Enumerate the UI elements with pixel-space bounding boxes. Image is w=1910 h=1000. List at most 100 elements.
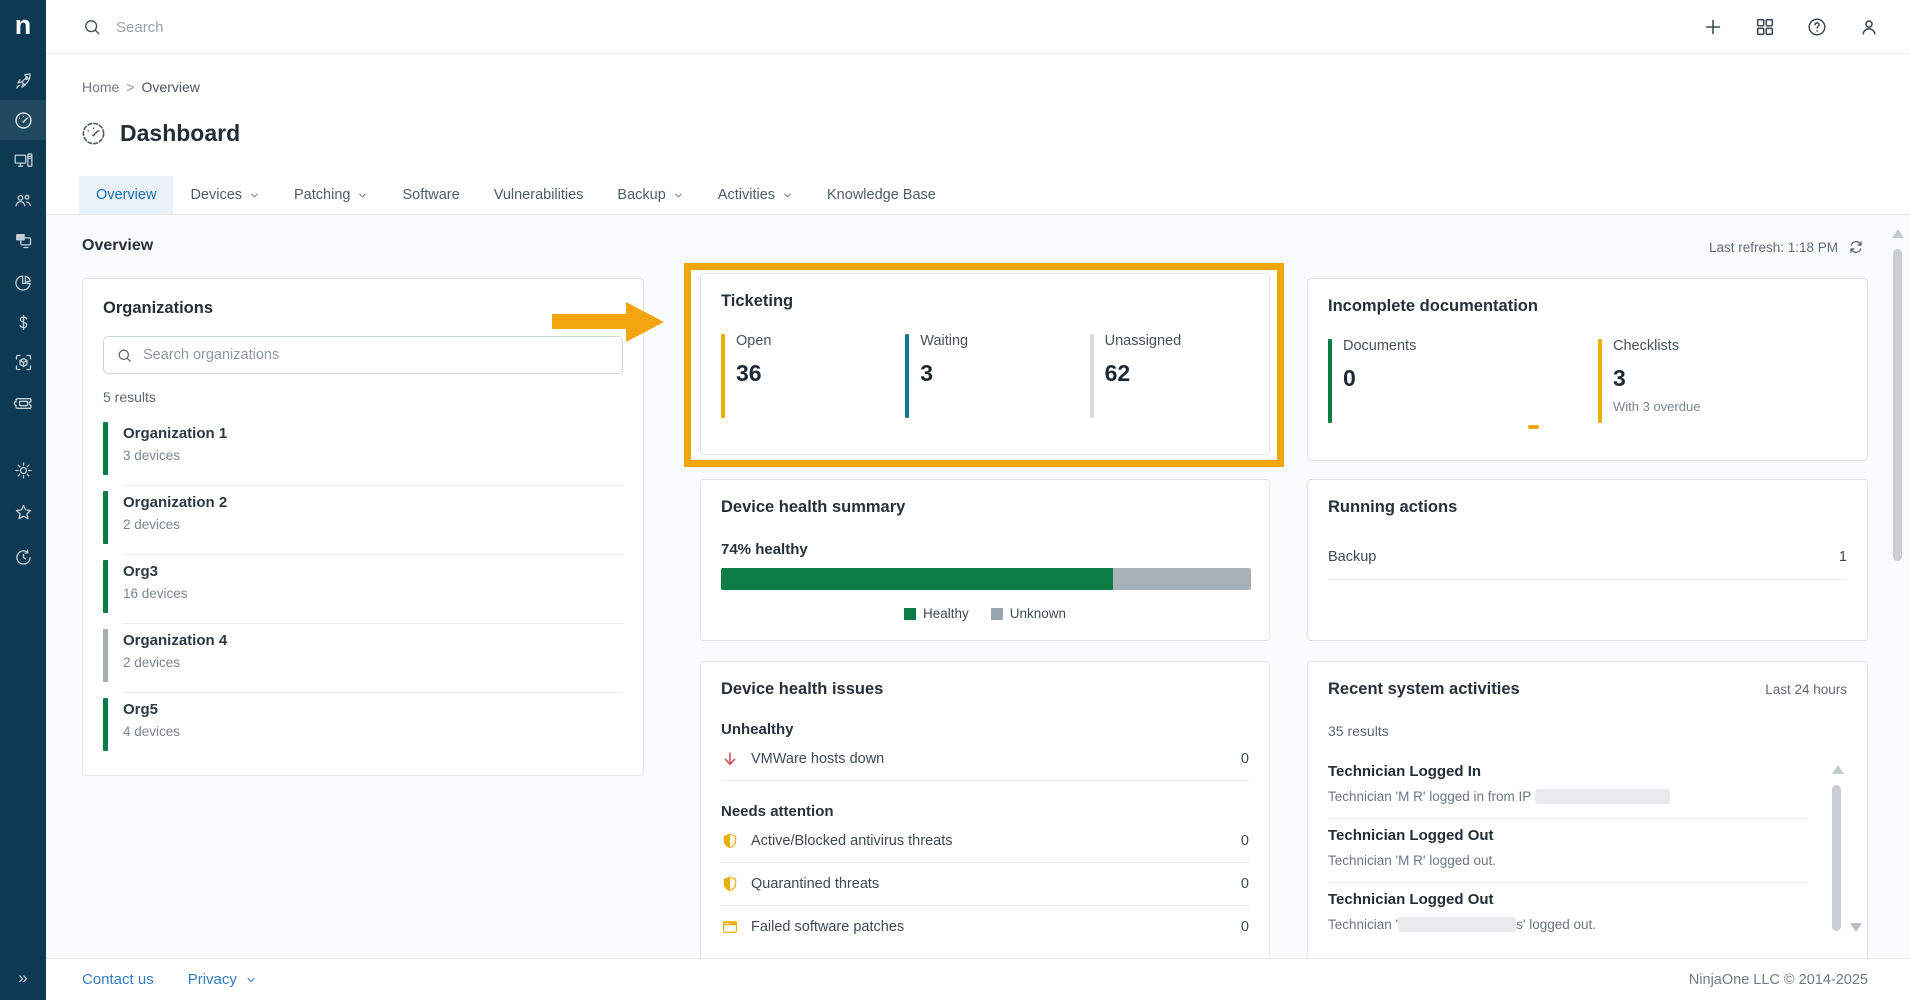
org-status-bar xyxy=(103,560,108,613)
checklists-overdue-note: With 3 overdue xyxy=(1613,399,1818,414)
organizations-card: Organizations 5 results Organization 1 3… xyxy=(82,278,644,776)
organization-list-item[interactable]: Org5 4 devices xyxy=(103,693,623,761)
tab-patching[interactable]: Patching xyxy=(277,176,385,214)
org-status-bar xyxy=(103,629,108,682)
chevron-down-icon xyxy=(249,190,260,201)
rocket-icon xyxy=(13,71,34,92)
divider xyxy=(721,780,1249,781)
create-new-button[interactable] xyxy=(1700,14,1726,40)
tab-overview[interactable]: Overview xyxy=(79,176,173,214)
organization-list-item[interactable]: Organization 4 2 devices xyxy=(103,624,623,692)
device-health-issues-card: Device health issues Unhealthy VMWare ho… xyxy=(700,661,1270,958)
sidebar-item-billing[interactable] xyxy=(0,302,46,342)
sidebar-item-getting-started[interactable] xyxy=(0,61,46,101)
scroll-up-arrow[interactable] xyxy=(1832,765,1844,774)
devices-icon xyxy=(13,150,34,171)
screens-icon xyxy=(13,230,34,251)
organization-list-item[interactable]: Org3 16 devices xyxy=(103,555,623,623)
scrollbar-thumb[interactable] xyxy=(1832,785,1841,931)
breadcrumb-separator: > xyxy=(126,79,134,95)
checklists-stat[interactable]: Checklists 3 With 3 overdue xyxy=(1598,338,1818,414)
ticketing-card: Ticketing Open 36 Waiting 3 Unassigned 6… xyxy=(700,273,1270,455)
issue-row-failed-patches[interactable]: Failed software patches 0 xyxy=(721,906,1249,948)
apps-grid-icon xyxy=(1754,16,1776,38)
org-status-bar xyxy=(103,698,108,751)
legend-swatch xyxy=(991,608,1003,620)
incomplete-documentation-title: Incomplete documentation xyxy=(1328,297,1847,316)
sidebar: n » xyxy=(0,0,46,1000)
ticketing-stat-open[interactable]: Open 36 xyxy=(721,333,905,387)
page-scrollbar[interactable] xyxy=(1892,229,1903,238)
health-progress-bar[interactable] xyxy=(721,568,1251,590)
ninjaone-logo[interactable]: n xyxy=(0,0,46,50)
patch-window-icon xyxy=(721,918,751,936)
global-search-input[interactable] xyxy=(116,19,716,36)
stat-accent-bar xyxy=(1598,339,1602,423)
tab-vulnerabilities[interactable]: Vulnerabilities xyxy=(477,176,601,214)
activity-list-item[interactable]: Technician Logged Out Technician 's' log… xyxy=(1328,883,1808,946)
sidebar-item-end-users[interactable] xyxy=(0,180,46,220)
running-actions-card: Running actions Backup 1 xyxy=(1307,479,1868,641)
sidebar-item-ticketing[interactable] xyxy=(0,383,46,423)
issue-row-quarantined-threats[interactable]: Quarantined threats 0 xyxy=(721,863,1249,905)
sidebar-item-recent-history[interactable] xyxy=(0,537,46,577)
scroll-up-arrow[interactable] xyxy=(1892,229,1904,238)
sidebar-item-remote-screens[interactable] xyxy=(0,220,46,260)
sidebar-item-software-packages[interactable] xyxy=(0,342,46,382)
contact-us-link[interactable]: Contact us xyxy=(82,971,154,988)
tab-activities[interactable]: Activities xyxy=(701,176,810,214)
organization-list-item[interactable]: Organization 2 2 devices xyxy=(103,486,623,554)
ticketing-stat-unassigned[interactable]: Unassigned 62 xyxy=(1090,333,1249,387)
privacy-link[interactable]: Privacy xyxy=(188,971,257,988)
shield-icon xyxy=(721,875,751,893)
star-icon xyxy=(13,502,34,523)
organizations-title: Organizations xyxy=(103,299,623,318)
device-health-issues-title: Device health issues xyxy=(721,680,1249,699)
scroll-down-arrow[interactable] xyxy=(1850,923,1862,932)
user-menu-button[interactable] xyxy=(1856,14,1882,40)
legend-unknown: Unknown xyxy=(991,606,1066,621)
redacted-text xyxy=(1398,917,1516,932)
tab-software[interactable]: Software xyxy=(385,176,476,214)
page-title: Dashboard xyxy=(120,120,240,147)
organizations-search-input[interactable] xyxy=(143,347,610,363)
dashboard-content: Overview Last refresh: 1:18 PM Organizat… xyxy=(46,215,1910,958)
issue-row-vmware-hosts-down[interactable]: VMWare hosts down 0 xyxy=(721,738,1249,780)
breadcrumb-current: Overview xyxy=(142,79,200,95)
ticket-icon xyxy=(13,393,34,414)
annotation-arrow-head xyxy=(626,302,664,342)
activity-list-item[interactable]: Technician Logged Out Technician 'M R' l… xyxy=(1328,819,1808,882)
tab-backup[interactable]: Backup xyxy=(600,176,700,214)
tab-devices[interactable]: Devices xyxy=(173,176,277,214)
footer: Contact us Privacy NinjaOne LLC © 2014-2… xyxy=(46,958,1910,1000)
history-icon xyxy=(13,547,34,568)
activity-list-item[interactable]: Technician Logged In Technician 'M R' lo… xyxy=(1328,755,1808,818)
stat-accent-bar xyxy=(1090,334,1094,418)
dashboard-icon xyxy=(80,120,107,147)
device-health-summary-card: Device health summary 74% healthy Health… xyxy=(700,479,1270,641)
ticketing-stat-waiting[interactable]: Waiting 3 xyxy=(905,333,1089,387)
section-heading: Overview xyxy=(82,237,153,255)
user-icon xyxy=(1858,16,1880,38)
chevron-down-icon xyxy=(673,190,684,201)
documents-stat[interactable]: Documents 0 xyxy=(1328,338,1598,414)
organization-list-item[interactable]: Organization 1 3 devices xyxy=(103,417,623,485)
sidebar-item-dashboard[interactable] xyxy=(0,100,46,140)
sidebar-expand-button[interactable]: » xyxy=(0,960,46,996)
scrollbar-thumb[interactable] xyxy=(1893,249,1902,561)
ticketing-title: Ticketing xyxy=(721,292,1249,311)
running-action-row[interactable]: Backup 1 xyxy=(1328,543,1847,580)
sidebar-item-devices[interactable] xyxy=(0,140,46,180)
cube-scan-icon xyxy=(13,352,34,373)
stat-accent-bar xyxy=(721,334,725,418)
sidebar-item-administration[interactable] xyxy=(0,450,46,490)
activities-scrollbar[interactable] xyxy=(1832,765,1841,933)
sidebar-item-favorites[interactable] xyxy=(0,492,46,532)
refresh-icon[interactable] xyxy=(1848,239,1864,255)
breadcrumb-home[interactable]: Home xyxy=(82,79,119,95)
help-button[interactable] xyxy=(1804,14,1830,40)
issue-row-antivirus-threats[interactable]: Active/Blocked antivirus threats 0 xyxy=(721,820,1249,862)
tab-knowledge-base[interactable]: Knowledge Base xyxy=(810,176,953,214)
sidebar-item-reports[interactable] xyxy=(0,262,46,302)
apps-menu-button[interactable] xyxy=(1752,14,1778,40)
